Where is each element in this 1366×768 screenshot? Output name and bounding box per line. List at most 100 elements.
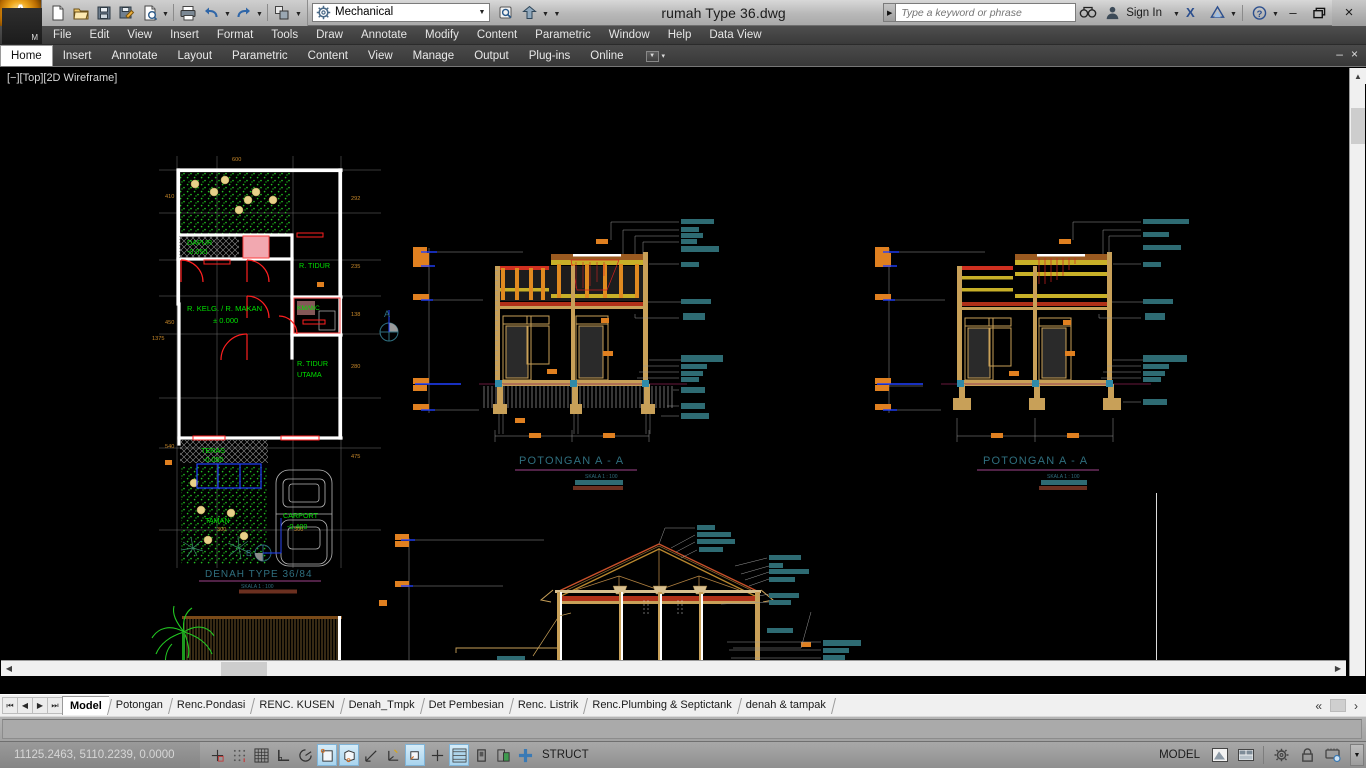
redo-dropdown-caret[interactable]: ▼ — [255, 2, 264, 23]
sheet-tab-renc-listrik[interactable]: Renc. Listrik — [511, 696, 586, 715]
minimize-window-button[interactable]: – — [1280, 0, 1306, 26]
hardware-acceleration-icon[interactable] — [1321, 744, 1345, 766]
tab-home[interactable]: Home — [0, 45, 53, 66]
menu-item-edit[interactable]: Edit — [81, 26, 119, 45]
tab-insert[interactable]: Insert — [53, 46, 102, 66]
ribbon-options-caret[interactable]: ▾ — [662, 52, 666, 60]
previous-layout-button[interactable]: ◀ — [17, 697, 33, 714]
dynamic-ucs-icon[interactable] — [405, 744, 425, 766]
snap-mode-icon[interactable] — [229, 744, 249, 766]
next-layout-button[interactable]: ▶ — [32, 697, 48, 714]
search-input[interactable] — [896, 3, 1077, 22]
vertical-scroll-thumb[interactable] — [1351, 108, 1365, 144]
3d-object-snap-icon[interactable] — [339, 744, 359, 766]
ribbon-close-icon[interactable]: × — [1351, 47, 1358, 61]
workspace-selector[interactable]: Mechanical ▼ — [312, 3, 490, 22]
scroll-up-arrow-icon[interactable]: ▲ — [1350, 68, 1366, 84]
current-layer-label[interactable]: STRUCT — [542, 749, 589, 761]
workspace-gear-icon[interactable] — [1269, 744, 1293, 766]
menu-item-tools[interactable]: Tools — [262, 26, 307, 45]
search-toggle-button[interactable]: ▶ — [883, 3, 897, 22]
ribbon-minimize-control[interactable]: ▼ ▾ — [645, 46, 666, 66]
first-layout-button[interactable]: ⏮ — [2, 697, 18, 714]
tab-manage[interactable]: Manage — [403, 46, 465, 66]
scroll-left-arrow-icon[interactable]: ◀ — [1, 661, 17, 676]
sheet-tab-renc-pondasi[interactable]: Renc.Pondasi — [170, 696, 253, 715]
command-line[interactable] — [0, 716, 1366, 742]
tab-plugins[interactable]: Plug-ins — [519, 46, 581, 66]
autodesk-360-icon[interactable] — [1206, 2, 1228, 24]
restore-window-button[interactable] — [1306, 0, 1332, 26]
sign-in-label[interactable]: Sign In — [1126, 7, 1162, 19]
menu-item-file[interactable]: File — [44, 26, 81, 45]
drawing-area[interactable]: [−][Top][2D Wireframe] DAPUR -0.050 R. T… — [0, 67, 1366, 694]
object-snap-icon[interactable] — [317, 744, 337, 766]
object-snap-tracking-icon[interactable] — [361, 744, 381, 766]
menu-item-insert[interactable]: Insert — [161, 26, 208, 45]
infocenter-search-icon[interactable] — [1077, 2, 1099, 24]
menu-item-parametric[interactable]: Parametric — [526, 26, 600, 45]
plot-icon[interactable] — [178, 2, 199, 23]
sheet-tab-renc-plumbing[interactable]: Renc.Plumbing & Septictank — [585, 696, 738, 715]
tab-output[interactable]: Output — [464, 46, 519, 66]
tab-scroll-right-icon[interactable]: › — [1346, 699, 1366, 713]
open-icon[interactable] — [70, 2, 91, 23]
chevron-down-icon[interactable]: ▼ — [475, 9, 489, 16]
grid-display-icon[interactable] — [251, 744, 271, 766]
tab-parametric[interactable]: Parametric — [222, 46, 298, 66]
ortho-mode-icon[interactable] — [273, 744, 293, 766]
tab-view[interactable]: View — [358, 46, 403, 66]
new-icon[interactable] — [47, 2, 68, 23]
menu-item-modify[interactable]: Modify — [416, 26, 468, 45]
annotation-scale-icon[interactable] — [1234, 744, 1258, 766]
ucs-status-icon[interactable] — [383, 744, 403, 766]
status-overflow-caret[interactable]: ▼ — [1350, 744, 1364, 766]
lineweight-icon[interactable] — [449, 744, 469, 766]
model-space-button[interactable]: MODEL — [1152, 749, 1207, 761]
sign-in-caret[interactable]: ▼ — [1172, 2, 1181, 23]
sheet-tab-potongan[interactable]: Potongan — [109, 696, 170, 715]
qat-overflow-caret[interactable]: ▼ — [550, 2, 564, 23]
menu-item-window[interactable]: Window — [600, 26, 659, 45]
undo-dropdown-caret[interactable]: ▼ — [223, 2, 232, 23]
batch-plot-icon[interactable] — [272, 2, 293, 23]
menu-item-format[interactable]: Format — [208, 26, 262, 45]
menu-item-help[interactable]: Help — [659, 26, 701, 45]
tab-annotate[interactable]: Annotate — [101, 46, 167, 66]
plot-preview-icon[interactable] — [139, 2, 160, 23]
dynamic-input-icon[interactable] — [427, 744, 447, 766]
save-as-icon[interactable] — [116, 2, 137, 23]
layout-viewport-icon[interactable] — [1208, 744, 1232, 766]
batch-plot-dropdown-caret[interactable]: ▼ — [294, 2, 303, 23]
undo-icon[interactable] — [201, 2, 222, 23]
menu-item-annotate[interactable]: Annotate — [352, 26, 416, 45]
ribbon-minimize-icon[interactable]: – — [1336, 47, 1343, 61]
viewport-label[interactable]: [−][Top][2D Wireframe] — [7, 72, 117, 84]
sheet-tab-denah-tampak[interactable]: denah & tampak — [739, 696, 833, 715]
sheet-tab-denah-tmpk[interactable]: Denah_Tmpk — [342, 696, 422, 715]
infer-constraints-icon[interactable] — [207, 744, 227, 766]
sheet-tab-det-pembesian[interactable]: Det Pembesian — [422, 696, 511, 715]
user-account-icon[interactable] — [1101, 2, 1123, 24]
menu-item-view[interactable]: View — [118, 26, 161, 45]
tab-scroll-left-icon[interactable]: « — [1307, 699, 1330, 713]
command-input-area[interactable] — [2, 719, 1362, 739]
tab-online[interactable]: Online — [580, 46, 633, 66]
horizontal-scroll-thumb[interactable] — [221, 662, 267, 676]
exchange-apps-icon[interactable]: X — [1182, 2, 1204, 24]
workspace-settings-icon[interactable] — [496, 2, 517, 23]
menu-item-draw[interactable]: Draw — [307, 26, 352, 45]
quick-properties-icon[interactable] — [493, 744, 513, 766]
save-icon[interactable] — [93, 2, 114, 23]
help-icon[interactable]: ? — [1248, 2, 1270, 24]
tab-content[interactable]: Content — [298, 46, 358, 66]
menu-item-content[interactable]: Content — [468, 26, 526, 45]
close-window-button[interactable]: × — [1332, 0, 1366, 26]
tab-layout[interactable]: Layout — [168, 46, 223, 66]
model-space-viewport[interactable]: [−][Top][2D Wireframe] DAPUR -0.050 R. T… — [1, 68, 1346, 676]
help-caret[interactable]: ▼ — [1271, 2, 1280, 23]
autodesk-360-caret[interactable]: ▼ — [1229, 2, 1238, 23]
coordinate-display[interactable]: 11125.2463, 5110.2239, 0.0000 — [0, 742, 200, 768]
polar-tracking-icon[interactable] — [295, 744, 315, 766]
workspace-dropdown-caret[interactable]: ▼ — [541, 2, 550, 23]
